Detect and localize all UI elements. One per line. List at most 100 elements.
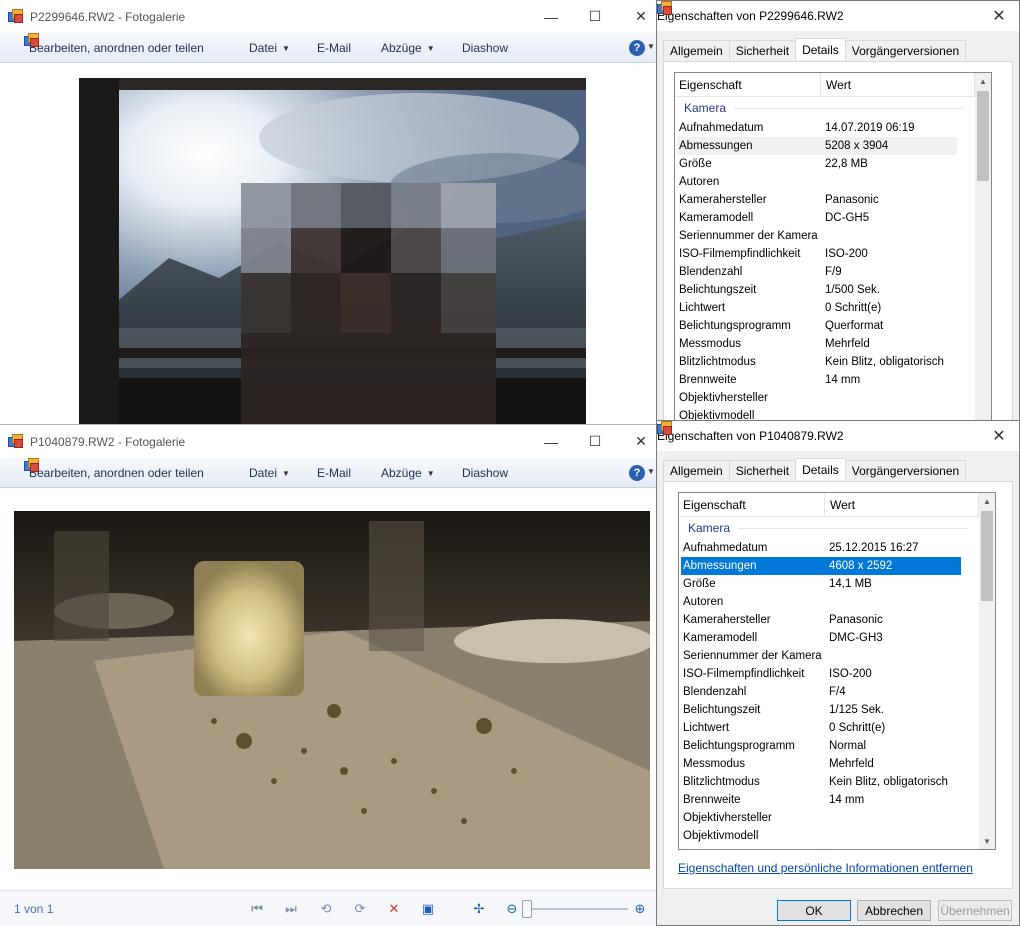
zoom-slider-thumb[interactable] xyxy=(522,900,532,918)
slideshow-button[interactable]: Diashow xyxy=(462,458,508,488)
property-value: Kein Blitz, obligatorisch xyxy=(825,356,944,368)
list-item[interactable]: ISO-Filmempfindlichkeit ISO-200 xyxy=(677,245,957,263)
list-item[interactable]: Objektivmodell xyxy=(681,827,961,845)
vertical-scrollbar[interactable]: ▲ ▼ xyxy=(975,73,991,423)
zoom-in-icon[interactable]: ⊕ xyxy=(630,900,650,918)
file-menu-button[interactable]: Datei ▼ xyxy=(249,458,290,488)
file-menu-button[interactable]: Datei ▼ xyxy=(249,33,290,63)
email-button[interactable]: E-Mail xyxy=(317,33,351,63)
list-item[interactable]: Kameramodell DC-GH5 xyxy=(677,209,957,227)
list-item[interactable]: Kameramodell DMC-GH3 xyxy=(681,629,961,647)
list-item[interactable]: Objektivhersteller xyxy=(677,389,957,407)
details-list[interactable]: Eigenschaft Wert Kamera Aufnahmedatum 25.… xyxy=(678,492,996,850)
help-icon[interactable]: ? xyxy=(629,465,645,481)
list-item[interactable]: Autoren xyxy=(677,173,957,191)
close-icon[interactable]: ✕ xyxy=(618,425,656,458)
email-button[interactable]: E-Mail xyxy=(317,458,351,488)
remove-properties-link[interactable]: Eigenschaften und persönliche Informatio… xyxy=(678,861,973,875)
scroll-up-icon[interactable]: ▲ xyxy=(975,73,991,89)
list-item[interactable]: Messmodus Mehrfeld xyxy=(677,335,957,353)
list-item[interactable]: Blitzlichtmodus Kein Blitz, obligatorisch xyxy=(681,773,961,791)
rotate-right-icon[interactable]: ⟳ xyxy=(350,900,370,918)
tab-previous-versions[interactable]: Vorgängerversionen xyxy=(844,40,967,60)
list-item[interactable]: Autoren xyxy=(681,593,961,611)
scroll-down-icon[interactable]: ▼ xyxy=(979,833,995,849)
gallery-titlebar[interactable]: P1040879.RW2 - Fotogalerie — ☐ ✕ xyxy=(0,425,656,458)
minimize-icon[interactable]: — xyxy=(528,0,574,33)
scroll-up-icon[interactable]: ▲ xyxy=(979,493,995,509)
slideshow-button[interactable]: Diashow xyxy=(462,33,508,63)
vertical-scrollbar[interactable]: ▲ ▼ xyxy=(979,493,995,849)
close-icon[interactable]: ✕ xyxy=(979,1,1019,31)
details-list[interactable]: Eigenschaft Wert Kamera Aufnahmedatum 14.… xyxy=(674,72,992,423)
maximize-icon[interactable]: ☐ xyxy=(572,425,618,458)
property-name: Größe xyxy=(683,578,716,590)
property-name: Belichtungsprogramm xyxy=(679,320,791,332)
property-name: Kameramodell xyxy=(683,632,758,644)
minimize-icon[interactable]: — xyxy=(528,425,574,458)
list-item[interactable]: Brennweite 14 mm xyxy=(677,371,957,389)
tab-general[interactable]: Allgemein xyxy=(663,460,730,480)
scrollbar-thumb[interactable] xyxy=(981,511,993,601)
prints-menu-button[interactable]: Abzüge ▼ xyxy=(381,458,435,488)
list-item[interactable]: Abmessungen 5208 x 3904 xyxy=(677,137,957,155)
column-header-value[interactable]: Wert xyxy=(821,73,975,96)
tab-general[interactable]: Allgemein xyxy=(663,40,730,60)
list-item-selected[interactable]: Abmessungen 4608 x 2592 xyxy=(681,557,961,575)
tab-previous-versions[interactable]: Vorgängerversionen xyxy=(844,460,967,480)
prints-menu-button[interactable]: Abzüge ▼ xyxy=(381,33,435,63)
help-dropdown-arrow-icon[interactable]: ▼ xyxy=(647,467,655,476)
scrollbar-thumb[interactable] xyxy=(977,91,989,181)
previous-icon[interactable]: ⏮ xyxy=(247,900,267,918)
organize-button[interactable]: Bearbeiten, anordnen oder teilen xyxy=(24,33,204,63)
list-item[interactable]: Größe 14,1 MB xyxy=(681,575,961,593)
list-item[interactable]: Belichtungsprogramm Normal xyxy=(681,737,961,755)
list-item[interactable]: Seriennummer der Kamera xyxy=(681,647,961,665)
list-item[interactable]: Lichtwert 0 Schritt(e) xyxy=(677,299,957,317)
tab-security[interactable]: Sicherheit xyxy=(728,460,797,480)
slideshow-icon[interactable]: ▣ xyxy=(418,900,438,918)
close-icon[interactable]: ✕ xyxy=(618,0,656,33)
tab-details[interactable]: Details xyxy=(795,458,846,480)
tab-security[interactable]: Sicherheit xyxy=(728,40,797,60)
list-item[interactable]: Belichtungsprogramm Querformat xyxy=(677,317,957,335)
list-item[interactable]: ISO-Filmempfindlichkeit ISO-200 xyxy=(681,665,961,683)
dialog-titlebar[interactable]: Eigenschaften von P2299646.RW2 ✕ xyxy=(657,1,1019,31)
apply-button[interactable]: Übernehmen xyxy=(938,900,1012,921)
tab-details[interactable]: Details xyxy=(795,38,846,60)
maximize-icon[interactable]: ☐ xyxy=(572,0,618,33)
column-header-property[interactable]: Eigenschaft xyxy=(675,73,821,96)
list-item[interactable]: Objektivhersteller xyxy=(681,809,961,827)
list-item[interactable]: Blendenzahl F/4 xyxy=(681,683,961,701)
help-dropdown-arrow-icon[interactable]: ▼ xyxy=(647,42,655,51)
list-item[interactable]: Aufnahmedatum 25.12.2015 16:27 xyxy=(681,539,961,557)
help-icon[interactable]: ? xyxy=(629,40,645,56)
list-item[interactable]: Kamerahersteller Panasonic xyxy=(681,611,961,629)
list-item[interactable]: Lichtwert 0 Schritt(e) xyxy=(681,719,961,737)
list-item[interactable]: Belichtungszeit 1/125 Sek. xyxy=(681,701,961,719)
fit-to-window-icon[interactable]: ✢ xyxy=(469,900,489,918)
organize-button[interactable]: Bearbeiten, anordnen oder teilen xyxy=(24,458,204,488)
list-item[interactable]: Kamerahersteller Panasonic xyxy=(677,191,957,209)
list-item[interactable]: Blitzlichtmodus Kein Blitz, obligatorisch xyxy=(677,353,957,371)
close-icon[interactable]: ✕ xyxy=(979,421,1019,451)
list-item[interactable]: Größe 22,8 MB xyxy=(677,155,957,173)
next-icon[interactable]: ⏭ xyxy=(281,900,301,918)
rotate-left-icon[interactable]: ⟲ xyxy=(316,900,336,918)
list-item[interactable]: Brennweite 14 mm xyxy=(681,791,961,809)
column-header-property[interactable]: Eigenschaft xyxy=(679,493,825,516)
list-item[interactable]: Messmodus Mehrfeld xyxy=(681,755,961,773)
gallery-titlebar[interactable]: P2299646.RW2 - Fotogalerie — ☐ ✕ xyxy=(0,0,656,33)
list-item[interactable]: Aufnahmedatum 14.07.2019 06:19 xyxy=(677,119,957,137)
dialog-titlebar[interactable]: Eigenschaften von P1040879.RW2 ✕ xyxy=(657,421,1019,451)
delete-icon[interactable]: ✕ xyxy=(384,900,404,918)
list-item[interactable]: Blendenzahl F/9 xyxy=(677,263,957,281)
ok-button[interactable]: OK xyxy=(777,900,851,921)
zoom-out-icon[interactable]: ⊖ xyxy=(502,900,522,918)
zoom-slider-track[interactable] xyxy=(528,908,628,910)
column-header-value[interactable]: Wert xyxy=(825,493,979,516)
list-item[interactable]: Seriennummer der Kamera xyxy=(677,227,957,245)
list-item[interactable]: Belichtungszeit 1/500 Sek. xyxy=(677,281,957,299)
cancel-button[interactable]: Abbrechen xyxy=(857,900,931,921)
property-name: Messmodus xyxy=(679,338,741,350)
